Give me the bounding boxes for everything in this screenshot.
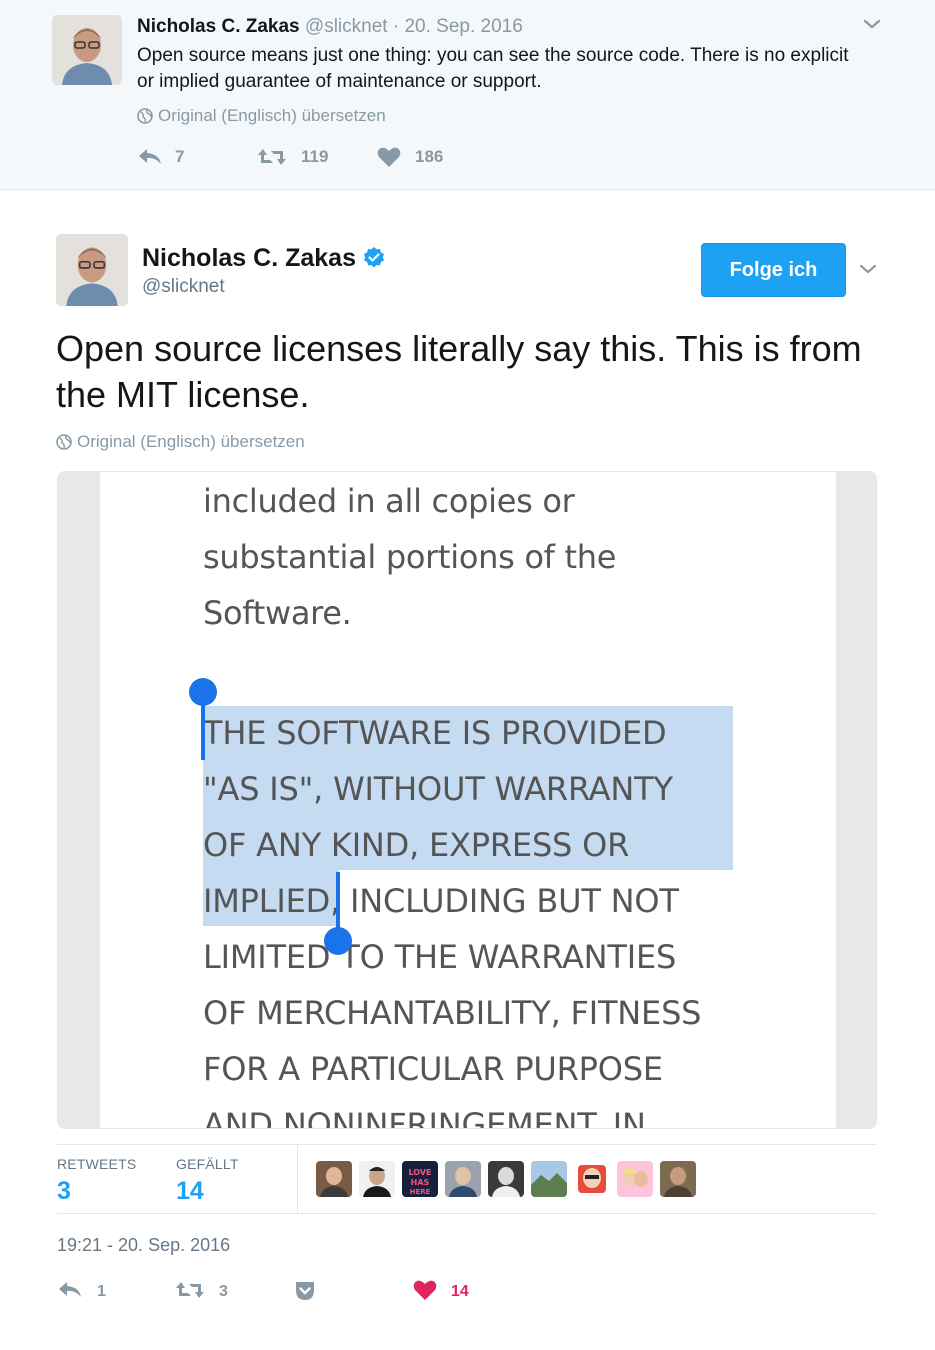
svg-text:LOVE: LOVE	[408, 1168, 431, 1177]
separator: ·	[392, 16, 400, 37]
liker-avatars: LOVE HAS HERE	[316, 1161, 696, 1197]
retweet-icon	[176, 1282, 204, 1298]
reply-icon	[139, 149, 161, 164]
divider	[57, 1213, 877, 1214]
retweet-button[interactable]: 119	[257, 147, 377, 167]
selection-end-handle-knob	[324, 927, 352, 955]
likes-value[interactable]: 14	[176, 1177, 204, 1206]
author-handle[interactable]: @slicknet	[142, 276, 225, 298]
license-line: substantial portions of the	[203, 538, 617, 576]
reply-button[interactable]: 7	[137, 147, 257, 167]
translate-link[interactable]: Original (Englisch) übersetzen	[137, 106, 386, 126]
reply-icon	[59, 1282, 81, 1297]
license-line: included in all copies or	[203, 482, 575, 520]
reply-count: 1	[97, 1283, 106, 1300]
divider	[297, 1145, 298, 1213]
heart-icon	[413, 1280, 437, 1300]
like-button[interactable]: 14	[413, 1279, 469, 1301]
svg-text:HERE: HERE	[410, 1188, 431, 1196]
parent-tweet-header: Nicholas C. Zakas @slicknet · 20. Sep. 2…	[137, 16, 523, 38]
author-avatar[interactable]	[52, 15, 122, 85]
tweet-timestamp[interactable]: 19:21 - 20. Sep. 2016	[57, 1235, 230, 1256]
liker-avatar[interactable]	[617, 1161, 653, 1197]
selection-start-handle-knob	[189, 678, 217, 706]
retweets-value[interactable]: 3	[57, 1177, 71, 1206]
liker-avatar[interactable]	[316, 1161, 352, 1197]
divider	[57, 1144, 877, 1145]
reply-count: 7	[175, 147, 185, 166]
like-count: 186	[415, 147, 444, 166]
selection-start-handle	[201, 700, 205, 760]
license-line: "AS IS", WITHOUT WARRANTY	[203, 770, 673, 808]
pocket-button[interactable]	[293, 1279, 317, 1303]
author-avatar[interactable]	[56, 234, 128, 306]
selection-end-handle	[336, 872, 340, 932]
translate-link[interactable]: Original (Englisch) übersetzen	[56, 432, 305, 452]
retweets-label[interactable]: RETWEETS	[57, 1156, 136, 1172]
follow-button[interactable]: Folge ich	[701, 243, 846, 297]
retweet-count: 119	[301, 147, 329, 166]
liker-avatar[interactable]	[660, 1161, 696, 1197]
chevron-down-icon[interactable]	[856, 257, 880, 281]
license-line: OF MERCHANTABILITY, FITNESS	[203, 994, 702, 1032]
author-name[interactable]: Nicholas C. Zakas	[137, 16, 300, 37]
tweet-date[interactable]: 20. Sep. 2016	[404, 16, 522, 37]
like-button[interactable]: 186	[377, 146, 443, 168]
retweet-count: 3	[219, 1283, 228, 1300]
verified-badge-icon	[363, 247, 384, 268]
liker-avatar[interactable]	[531, 1161, 567, 1197]
like-count: 14	[451, 1283, 469, 1300]
license-line: IMPLIED, INCLUDING BUT NOT	[203, 882, 679, 920]
likes-label[interactable]: GEFÄLLT	[176, 1156, 239, 1172]
author-name-text: Nicholas C. Zakas	[142, 244, 356, 272]
translate-label: Original (Englisch) übersetzen	[77, 432, 305, 451]
license-line: Software.	[203, 594, 352, 632]
chevron-down-icon[interactable]	[860, 12, 884, 36]
retweet-button[interactable]: 3	[175, 1279, 228, 1301]
parent-tweet-text: Open source means just one thing: you ca…	[137, 45, 849, 92]
svg-text:HAS: HAS	[411, 1178, 430, 1187]
license-line: AND NONINFRINGEMENT. IN	[203, 1106, 646, 1129]
liker-avatar[interactable]: LOVE HAS HERE	[402, 1161, 438, 1197]
license-line: FOR A PARTICULAR PURPOSE	[203, 1050, 663, 1088]
author-name[interactable]: Nicholas C. Zakas	[142, 243, 386, 273]
liker-avatar[interactable]	[574, 1161, 610, 1197]
parent-tweet[interactable]: Nicholas C. Zakas @slicknet · 20. Sep. 2…	[0, 0, 935, 190]
reply-button[interactable]: 1	[57, 1279, 106, 1301]
tweet-text: Open source licenses literally say this.…	[56, 328, 862, 415]
tweet-media-image[interactable]: included in all copies or substantial po…	[57, 471, 877, 1129]
license-line: OF ANY KIND, EXPRESS OR	[203, 826, 630, 864]
author-handle[interactable]: @slicknet	[305, 16, 388, 37]
liker-avatar[interactable]	[445, 1161, 481, 1197]
license-line: THE SOFTWARE IS PROVIDED	[203, 714, 667, 752]
globe-icon	[56, 434, 72, 450]
liker-avatar[interactable]	[359, 1161, 395, 1197]
pocket-icon	[296, 1282, 314, 1300]
translate-label: Original (Englisch) übersetzen	[158, 106, 386, 125]
liker-avatar[interactable]	[488, 1161, 524, 1197]
heart-icon	[377, 147, 401, 167]
globe-icon	[137, 108, 153, 124]
retweet-icon	[258, 149, 286, 165]
license-line: LIMITED TO THE WARRANTIES	[203, 938, 677, 976]
parent-tweet-actions: 7 119 186	[137, 146, 443, 168]
